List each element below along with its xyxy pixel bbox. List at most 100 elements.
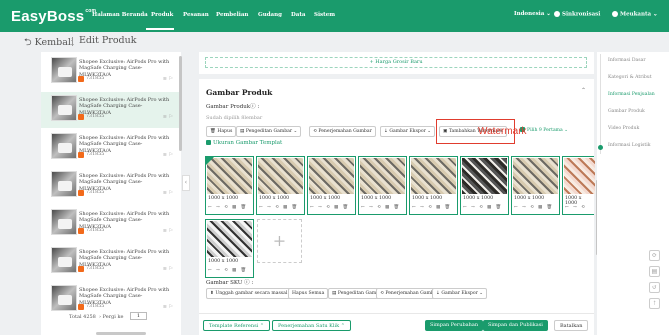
history-icon[interactable]: ↺ bbox=[649, 282, 660, 293]
bulk-upload-button[interactable]: ⬆ Unggah gambar secara massal bbox=[206, 288, 292, 299]
back-button[interactable]: ⮌ Kembali bbox=[24, 35, 74, 51]
user-menu[interactable]: Meukanta ⌄ bbox=[612, 11, 658, 18]
product-images-label: Gambar Produkⓘ : bbox=[206, 104, 260, 110]
product-image[interactable]: 1000 x 1000 ← → ⟲ ▩ 🗑 bbox=[205, 156, 254, 215]
save-publish-button[interactable]: Simpan dan Publikasi bbox=[483, 320, 548, 331]
refresh-icon[interactable]: ⟳ bbox=[649, 250, 660, 261]
edit-icon: ▤ bbox=[240, 129, 245, 134]
image-tools[interactable]: ← → ⟲ ▩ 🗑 bbox=[259, 205, 299, 210]
section-nav-item[interactable]: Informasi Logistik bbox=[608, 143, 651, 148]
image-tools[interactable]: ← → ⟲ ▩ 🗑 bbox=[310, 205, 350, 210]
language-select[interactable]: Indonesia ⌄ bbox=[514, 11, 551, 17]
flag-icon[interactable]: ≋ ⚐ bbox=[163, 228, 173, 234]
product-image[interactable]: 1000 x 1000 ← → ⟲ ▩ 🗑 bbox=[256, 156, 305, 215]
product-image[interactable]: 1000 x 1000 ← → ⟲ ▩ 🗑 bbox=[460, 156, 509, 215]
nav-data[interactable]: Data bbox=[291, 12, 305, 18]
image-preview bbox=[462, 158, 507, 194]
collapse-caret-icon[interactable]: ⌃ bbox=[581, 87, 586, 94]
list-item[interactable]: Shopee Exclusive: AirPods Pro with MagSa… bbox=[41, 54, 181, 90]
save-button[interactable]: Simpan Perubahan bbox=[425, 320, 484, 331]
nav-home[interactable]: Halaman Beranda bbox=[92, 12, 148, 18]
list-pagination: Total 4258 › Pergi ke 1 bbox=[41, 312, 181, 335]
image-tools[interactable]: ← → ⟲ ▩ 🗑 bbox=[412, 205, 452, 210]
nav-products[interactable]: Produk bbox=[151, 12, 173, 18]
nav-purchases[interactable]: Pembelian bbox=[216, 12, 248, 18]
image-tools[interactable]: ← → ⟲ ▩ 🗑 bbox=[208, 268, 248, 273]
flag-icon[interactable]: ≋ ⚐ bbox=[163, 304, 173, 310]
image-size: 1000 x 1000 bbox=[514, 196, 545, 201]
flag-icon[interactable]: ≋ ⚐ bbox=[163, 76, 173, 82]
title-separator bbox=[72, 37, 73, 46]
logo[interactable]: EasyBosscom bbox=[11, 8, 96, 25]
section-nav-item[interactable]: Kategori & Atribut bbox=[608, 75, 652, 80]
page-input[interactable]: 1 bbox=[130, 312, 147, 320]
export-icon: ⤓ bbox=[436, 291, 440, 296]
export-images-button[interactable]: ⤓ Gambar Ekspor ⌄ bbox=[380, 126, 436, 137]
product-image[interactable]: 1000 x 1000 ← → ⟲ bbox=[562, 156, 595, 215]
image-translate-button[interactable]: ⟲ Penerjemahan Gambar bbox=[309, 126, 376, 137]
template-size-checkbox[interactable]: Ukuran Gambar Templat bbox=[206, 140, 282, 146]
nav-track bbox=[600, 54, 601, 154]
image-preview bbox=[564, 158, 595, 194]
product-image[interactable]: 1000 x 1000 ← → ⟲ ▩ 🗑 bbox=[409, 156, 458, 215]
list-item[interactable]: Shopee Exclusive: AirPods Pro with MagSa… bbox=[41, 130, 181, 166]
product-thumbnail bbox=[51, 171, 77, 197]
image-preview bbox=[309, 158, 354, 194]
list-scrollbar[interactable] bbox=[179, 56, 182, 151]
one-click-translate-button[interactable]: Penerjemahan Satu Klik ⌃ bbox=[272, 320, 351, 331]
product-image[interactable]: 1000 x 1000 ← → ⟲ ▩ 🗑 bbox=[511, 156, 560, 215]
add-wholesale-price-button[interactable]: + Harga Grosir Baru bbox=[205, 57, 587, 68]
image-edit-button[interactable]: ▤ Pengeditan Gambar ⌄ bbox=[236, 126, 302, 137]
cancel-button[interactable]: Batalkan bbox=[554, 320, 589, 331]
sku-images-label: Gambar SKU ⓘ : bbox=[206, 280, 254, 286]
image-tools[interactable]: ← → ⟲ ▩ 🗑 bbox=[361, 205, 401, 210]
section-nav-item[interactable]: Video Produk bbox=[608, 126, 639, 131]
product-image[interactable]: 1000 x 1000 ← → ⟲ ▩ 🗑 bbox=[205, 219, 254, 278]
image-tools[interactable]: ← → ⟲ ▩ 🗑 bbox=[463, 205, 503, 210]
sync-button[interactable]: Sinkronisasi bbox=[554, 11, 600, 18]
nav-warehouse[interactable]: Gudang bbox=[258, 12, 282, 18]
section-nav-item[interactable]: Informasi Dasar bbox=[608, 58, 646, 63]
flag-icon[interactable]: ≋ ⚐ bbox=[163, 114, 173, 120]
layout-icon[interactable]: ▤ bbox=[649, 266, 660, 277]
product-image[interactable]: 1000 x 1000 ← → ⟲ ▩ 🗑 bbox=[307, 156, 356, 215]
nav-system[interactable]: Sistem bbox=[314, 12, 335, 18]
product-code: 731855 bbox=[86, 304, 105, 309]
shopee-badge-icon bbox=[78, 114, 84, 120]
list-item[interactable]: Shopee Exclusive: AirPods Pro with MagSa… bbox=[41, 168, 181, 204]
section-title: Gambar Produk bbox=[206, 88, 273, 97]
flag-icon[interactable]: ≋ ⚐ bbox=[163, 266, 173, 272]
template-reference-button[interactable]: Template Referensi ⌃ bbox=[203, 320, 271, 331]
back-arrow-icon: ⮌ bbox=[24, 37, 32, 48]
section-nav-item[interactable]: Gambar Produk bbox=[608, 109, 645, 114]
cloud-icon bbox=[554, 11, 560, 17]
delete-all-button[interactable]: Hapus Semua bbox=[288, 288, 329, 299]
product-list: Shopee Exclusive: AirPods Pro with MagSa… bbox=[41, 52, 181, 335]
collapse-panel-button[interactable]: ‹ bbox=[182, 175, 190, 191]
image-tools[interactable]: ← → ⟲ ▩ 🗑 bbox=[208, 205, 248, 210]
add-image-button[interactable]: + bbox=[257, 219, 302, 263]
flag-icon[interactable]: ≋ ⚐ bbox=[163, 190, 173, 196]
total-count: Total 4258 bbox=[69, 314, 96, 320]
product-code: 731855 bbox=[86, 114, 105, 119]
product-code: 731855 bbox=[86, 152, 105, 157]
nav-orders[interactable]: Pesanan bbox=[183, 12, 209, 18]
product-thumbnail bbox=[51, 57, 77, 83]
sku-export-button[interactable]: ⤓ Gambar Ekspor ⌄ bbox=[432, 288, 488, 299]
flag-icon[interactable]: ≋ ⚐ bbox=[163, 152, 173, 158]
image-tools[interactable]: ← → ⟲ ▩ 🗑 bbox=[514, 205, 554, 210]
shopee-badge-icon bbox=[78, 76, 84, 82]
list-item[interactable]: Shopee Exclusive: AirPods Pro with MagSa… bbox=[41, 92, 181, 128]
list-item[interactable]: Shopee Exclusive: AirPods Pro with MagSa… bbox=[41, 244, 181, 280]
export-icon: ⤓ bbox=[384, 129, 388, 134]
translate-icon: ⟲ bbox=[313, 129, 317, 134]
product-thumbnail bbox=[51, 285, 77, 311]
scroll-top-icon[interactable]: ⇡ bbox=[649, 298, 660, 309]
delete-button[interactable]: 🗑 Hapus bbox=[206, 126, 237, 137]
product-image[interactable]: 1000 x 1000 ← → ⟲ ▩ 🗑 bbox=[358, 156, 407, 215]
checkbox-icon bbox=[206, 140, 211, 145]
section-nav-item-active[interactable]: Informasi Penjualan bbox=[608, 92, 655, 97]
image-size: 1000 x 1000 bbox=[259, 196, 290, 201]
list-item[interactable]: Shopee Exclusive: AirPods Pro with MagSa… bbox=[41, 206, 181, 242]
image-tools[interactable]: ← → ⟲ bbox=[565, 205, 586, 210]
